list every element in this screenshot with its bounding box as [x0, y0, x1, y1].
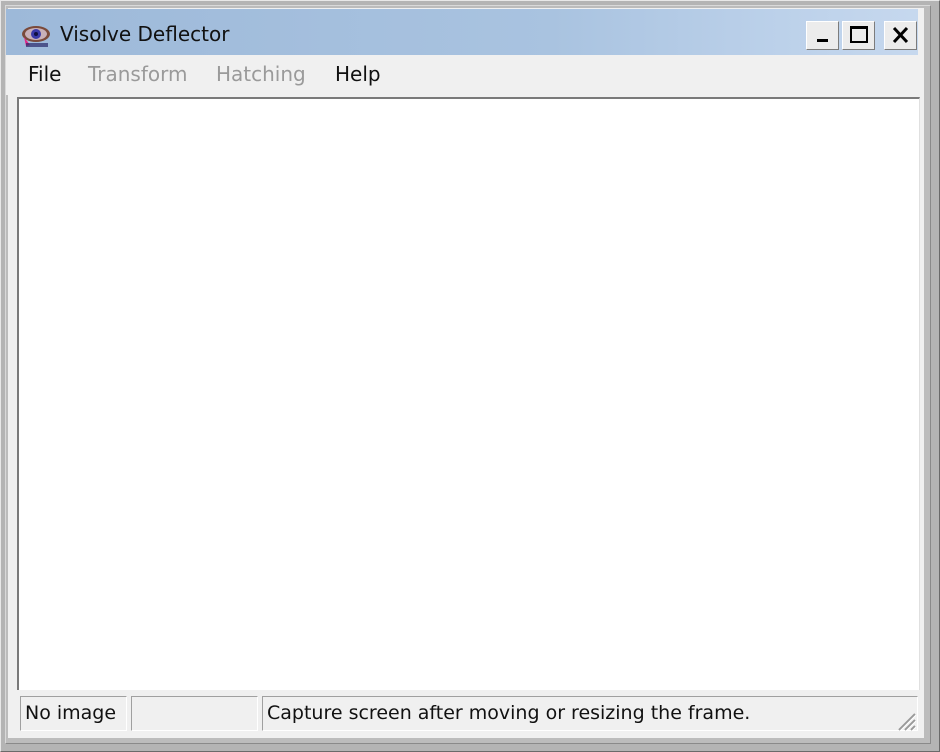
image-canvas[interactable] [17, 97, 920, 690]
minimize-button[interactable] [806, 21, 839, 50]
minimize-icon [817, 39, 828, 42]
menu-file[interactable]: File [28, 62, 61, 86]
maximize-button[interactable] [842, 21, 875, 50]
menu-help[interactable]: Help [335, 62, 381, 86]
menu-transform[interactable]: Transform [88, 62, 187, 86]
menu-hatching[interactable]: Hatching [216, 62, 306, 86]
resize-grip-icon[interactable] [893, 708, 917, 732]
status-empty-pane [131, 696, 258, 731]
status-message-pane: Capture screen after moving or resizing … [262, 696, 918, 731]
window-title: Visolve Deflector [60, 22, 230, 46]
visolve-eye-icon [22, 26, 50, 47]
status-image-pane: No image [20, 696, 127, 731]
maximize-icon [850, 26, 868, 43]
close-button[interactable] [884, 21, 917, 50]
close-icon [892, 26, 909, 44]
